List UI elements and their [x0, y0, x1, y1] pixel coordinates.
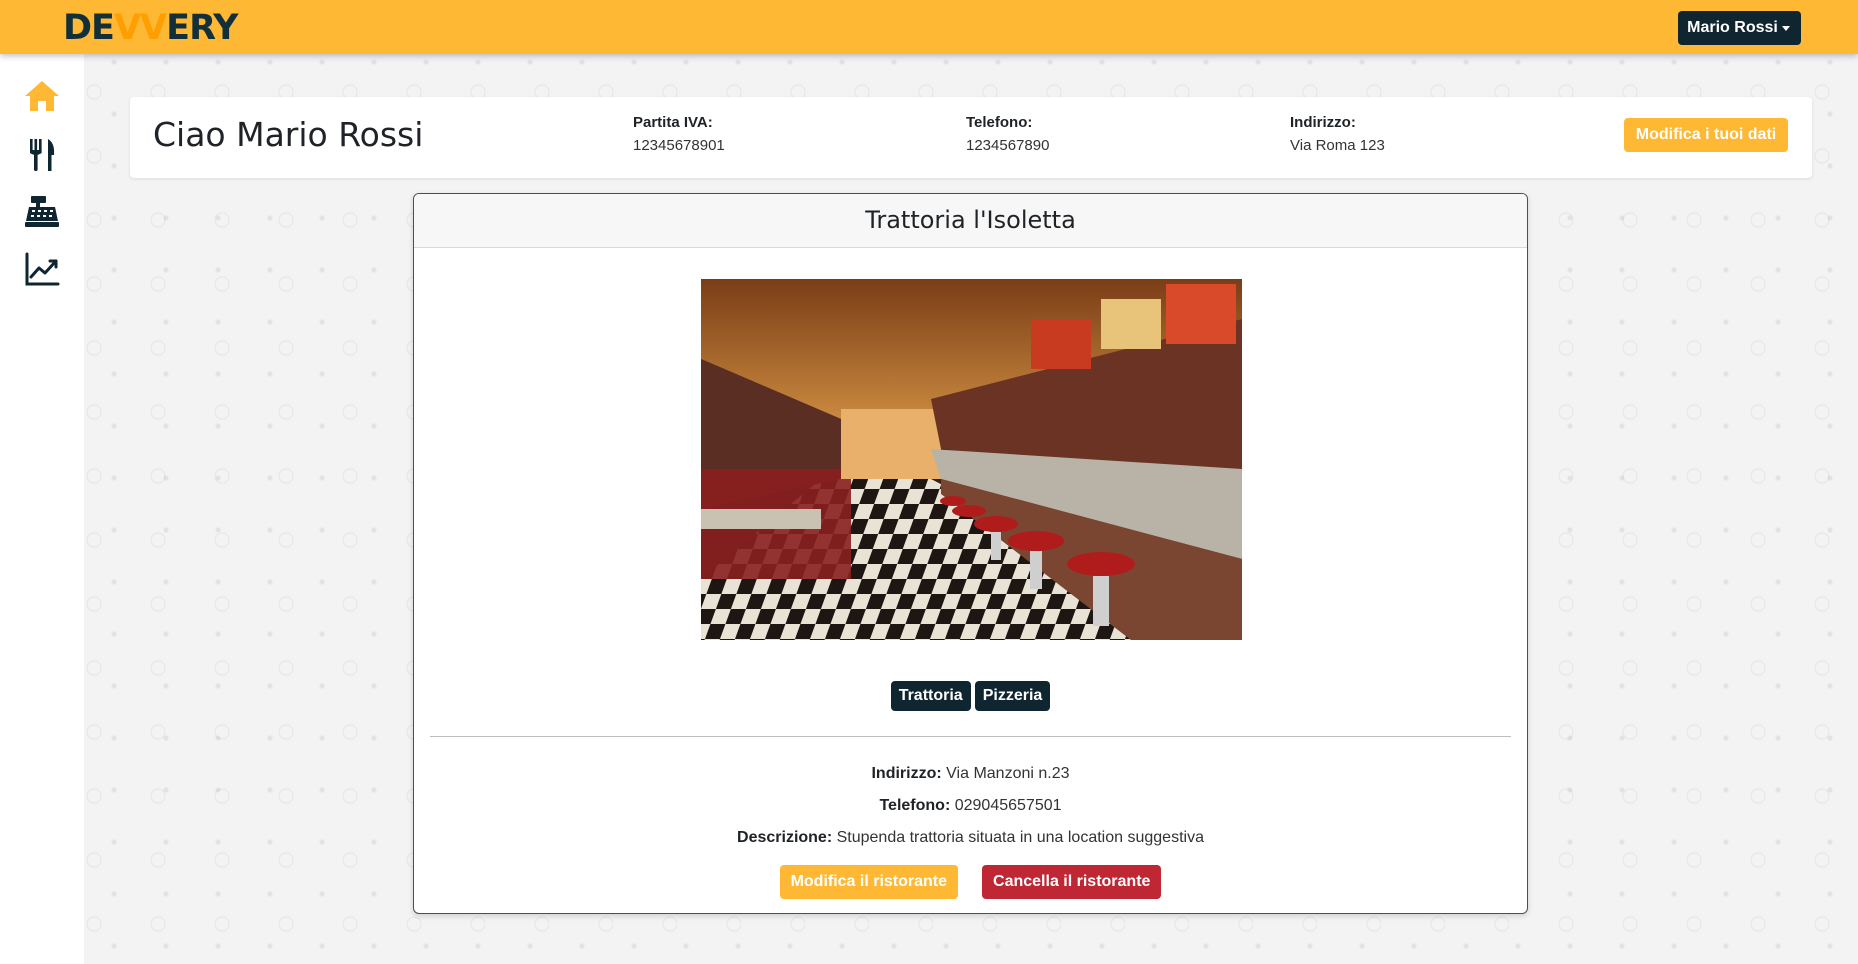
caret-down-icon	[1782, 26, 1790, 31]
telefono-label: Telefono:	[966, 114, 1033, 131]
sidebar-item-restaurants[interactable]	[22, 135, 62, 175]
greeting-title: Ciao Mario Rossi	[153, 115, 424, 154]
sidebar-item-orders[interactable]	[22, 191, 62, 231]
restaurant-address-value: Via Manzoni n.23	[946, 765, 1070, 782]
fork-knife-icon	[30, 139, 55, 171]
telefono-value: 1234567890	[966, 137, 1050, 154]
edit-restaurant-button[interactable]: Modifica il ristorante	[779, 865, 959, 899]
user-info-card: Ciao Mario Rossi Partita IVA: 1234567890…	[130, 97, 1812, 178]
indirizzo-value: Via Roma 123	[1290, 137, 1385, 154]
indirizzo-block: Indirizzo: Via Roma 123	[1290, 114, 1385, 154]
user-menu-label: Mario Rossi	[1687, 19, 1778, 36]
app-logo[interactable]: DEVVERY	[63, 8, 238, 48]
user-menu-button[interactable]: Mario Rossi	[1678, 11, 1801, 45]
restaurant-description-label: Descrizione:	[737, 829, 833, 846]
telefono-block: Telefono: 1234567890	[966, 114, 1049, 154]
restaurant-address: Indirizzo: Via Manzoni n.23	[414, 765, 1527, 783]
tag-pizzeria: Pizzeria	[974, 681, 1051, 711]
tag-trattoria: Trattoria	[890, 681, 971, 711]
home-icon	[25, 81, 59, 111]
logo-text-accent: VV	[113, 8, 167, 48]
delete-restaurant-button[interactable]: Cancella il ristorante	[982, 865, 1162, 899]
restaurant-photo	[701, 279, 1242, 640]
logo-text-left: DE	[63, 8, 115, 48]
sidebar	[0, 54, 84, 964]
line-chart-icon	[25, 252, 60, 286]
partita-iva-block: Partita IVA: 12345678901	[633, 114, 725, 154]
indirizzo-label: Indirizzo:	[1290, 114, 1356, 131]
restaurant-description-value: Stupenda trattoria situata in una locati…	[836, 829, 1204, 846]
edit-user-data-button[interactable]: Modifica i tuoi dati	[1624, 118, 1788, 152]
restaurant-phone-label: Telefono:	[879, 797, 951, 814]
sidebar-item-home[interactable]	[22, 76, 62, 116]
restaurant-name: Trattoria l'Isoletta	[414, 194, 1527, 248]
partita-iva-label: Partita IVA:	[633, 114, 713, 131]
partita-iva-value: 12345678901	[633, 137, 725, 154]
restaurant-phone: Telefono: 029045657501	[414, 797, 1527, 815]
restaurant-phone-value: 029045657501	[954, 797, 1062, 814]
divider	[430, 736, 1511, 737]
top-navbar: DEVVERY Mario Rossi	[0, 0, 1858, 54]
cash-register-icon	[25, 196, 59, 227]
restaurant-tags: Trattoria Pizzeria	[414, 681, 1527, 711]
restaurant-address-label: Indirizzo:	[871, 765, 942, 782]
restaurant-card: Trattoria l'Isoletta Trattoria Pizzeria …	[413, 193, 1528, 914]
restaurant-actions: Modifica il ristorante Cancella il risto…	[414, 865, 1527, 899]
sidebar-item-statistics[interactable]	[22, 249, 62, 289]
logo-text-right: ERY	[166, 8, 238, 48]
restaurant-description: Descrizione: Stupenda trattoria situata …	[414, 829, 1527, 847]
diner-interior-image	[701, 279, 1242, 640]
